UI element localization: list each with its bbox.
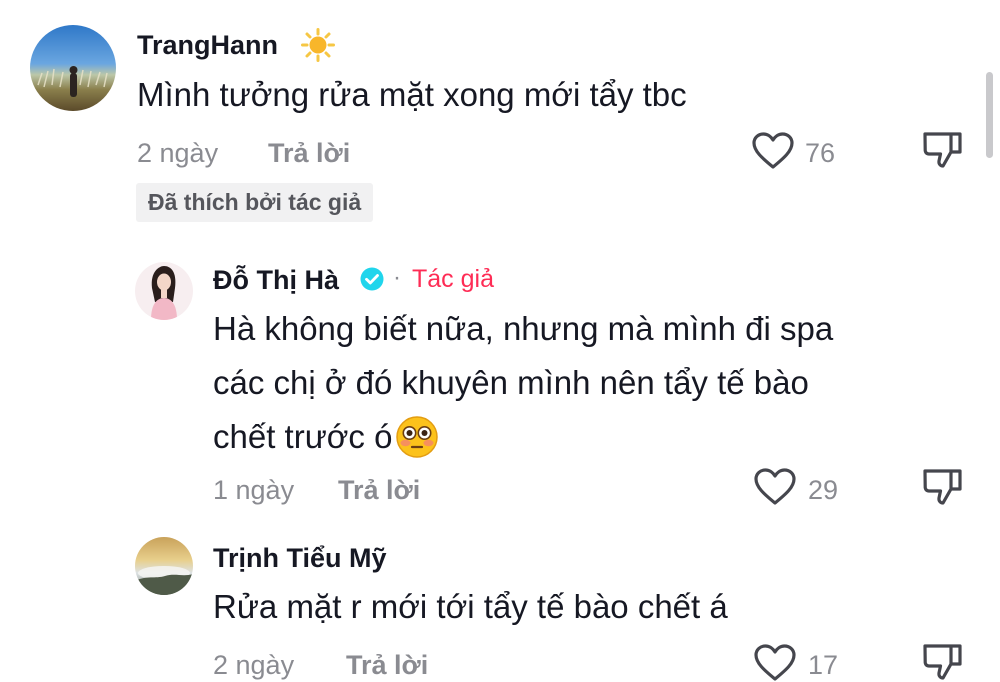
- comment-time: 2 ngày: [213, 650, 295, 680]
- avatar[interactable]: [135, 262, 193, 320]
- avatar-photo: [135, 566, 193, 595]
- sun-icon: [301, 28, 335, 62]
- verified-badge-icon: [360, 267, 384, 291]
- comment-text-line: Hà không biết nữa, nhưng mà mình đi spa: [213, 310, 834, 347]
- thumbs-down-icon[interactable]: [922, 642, 964, 682]
- comment-text-line-text: chết trước ó: [213, 418, 393, 455]
- comment-username[interactable]: TrangHann: [137, 30, 278, 61]
- like-count: 29: [808, 475, 839, 505]
- reply-button[interactable]: Trả lời: [346, 650, 428, 681]
- author-label: Tác giả: [412, 265, 494, 293]
- heart-outline-icon[interactable]: [754, 468, 796, 506]
- thumbs-down-icon[interactable]: [922, 467, 964, 507]
- liked-by-author-badge: Đã thích bởi tác giả: [136, 183, 374, 222]
- comment-time: 2 ngày: [137, 138, 219, 168]
- comment-text: Mình tưởng rửa mặt xong mới tẩy tbc: [137, 76, 687, 113]
- avatar[interactable]: [30, 25, 116, 111]
- comment-username[interactable]: Đỗ Thị Hà: [213, 265, 339, 296]
- scrollbar-thumb[interactable]: [986, 72, 993, 158]
- heart-outline-icon[interactable]: [754, 644, 796, 682]
- avatar-photo: [151, 266, 177, 320]
- separator-dot: ·: [393, 264, 401, 291]
- thumbs-down-icon[interactable]: [922, 130, 964, 170]
- avatar-photo: [37, 66, 108, 97]
- comment-text-line: chết trước ó: [213, 410, 833, 464]
- reply-button[interactable]: Trả lời: [338, 475, 420, 506]
- like-count: 76: [805, 138, 836, 168]
- comment-text: Rửa mặt r mới tới tẩy tế bào chết á: [213, 588, 728, 625]
- reply-button[interactable]: Trả lời: [268, 138, 350, 169]
- like-count: 17: [808, 650, 839, 680]
- avatar[interactable]: [135, 537, 193, 595]
- comment-text: Hà không biết nữa, nhưng mà mình đi spa …: [213, 302, 833, 464]
- comment-username[interactable]: Trịnh Tiểu Mỹ: [213, 543, 387, 574]
- comment-time: 1 ngày: [213, 475, 295, 505]
- comment-text-line: các chị ở đó khuyên mình nên tẩy tế bào: [213, 364, 809, 401]
- heart-outline-icon[interactable]: [752, 132, 794, 170]
- flushed-face-emoji-icon: [396, 416, 439, 458]
